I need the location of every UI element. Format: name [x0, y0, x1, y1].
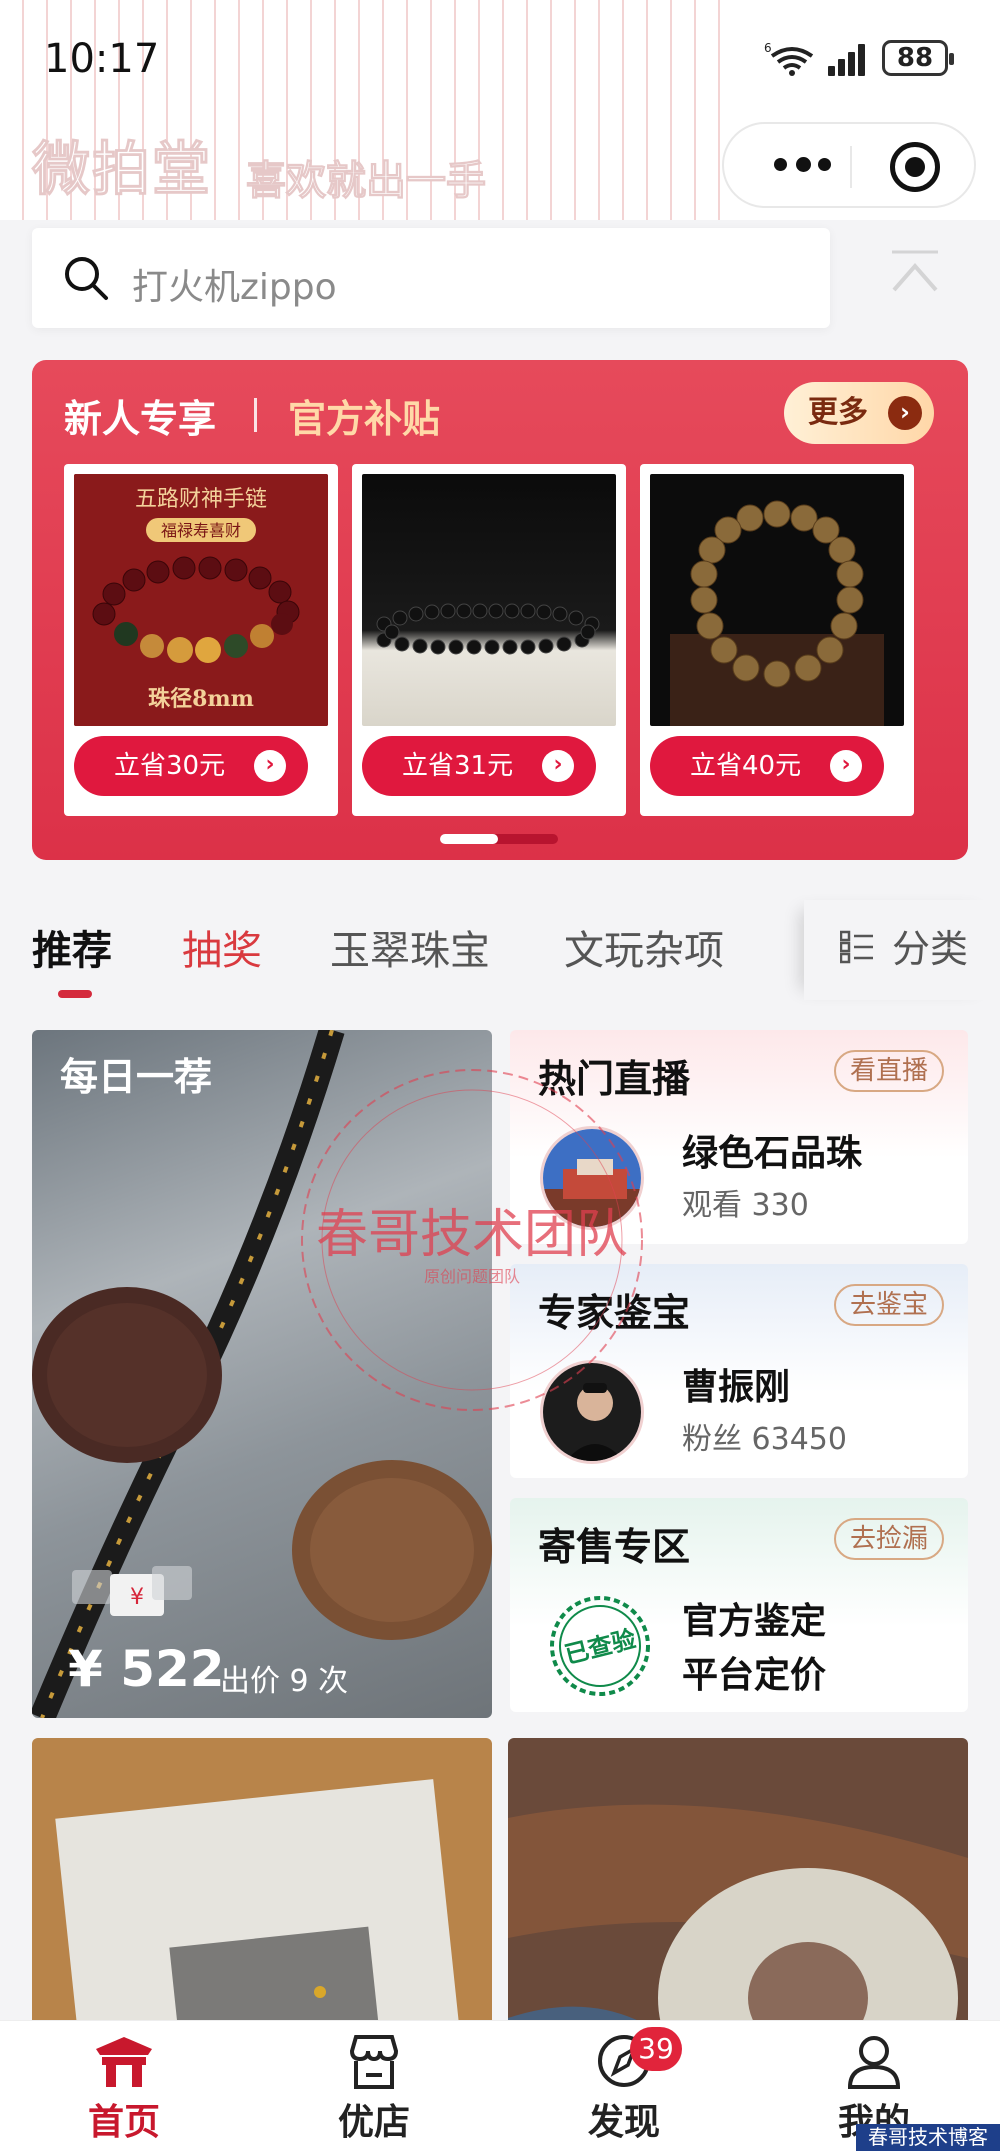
scroll-top-icon[interactable]: [880, 244, 950, 314]
daily-pick-bids: 出价 9 次: [220, 1664, 349, 1699]
battery-indicator: 88: [882, 40, 954, 76]
discover-badge: 39: [630, 2027, 682, 2071]
expert-followers: 粉丝 63450: [682, 1422, 847, 1457]
expert-appraisal-card[interactable]: 专家鉴宝 去鉴宝 曹振刚 粉丝 63450: [510, 1264, 968, 1478]
consign-heading: 寄售专区: [538, 1525, 691, 1569]
tab-lottery[interactable]: 抽奖: [182, 918, 262, 976]
chevron-right-icon: ›: [830, 750, 862, 782]
promo-card[interactable]: 立省31元 ›: [352, 464, 626, 816]
chevron-right-icon: ›: [254, 750, 286, 782]
save-button[interactable]: 立省31元 ›: [362, 736, 596, 796]
consign-line-appraisal: 官方鉴定: [682, 1601, 827, 1642]
promo-more-button[interactable]: 更多 ›: [784, 382, 934, 444]
user-icon: [847, 2036, 901, 2089]
save-label: 立省40元: [690, 751, 802, 781]
bottom-tab-bar: 首页 优店 39 发现 我的: [0, 2020, 1000, 2151]
bargain-button[interactable]: 去捡漏: [833, 1518, 944, 1560]
promo-title-newcomer: 新人专享: [64, 397, 217, 441]
expert-name: 曹振刚: [682, 1367, 791, 1408]
miniprogram-capsule: [722, 122, 976, 208]
verified-stamp-icon: 已查验: [550, 1596, 650, 1696]
svg-text:6: 6: [764, 41, 772, 55]
app-logo: 微拍堂: [31, 135, 213, 204]
daily-pick-title: 每日一荐: [60, 1055, 213, 1099]
chevron-right-icon: ›: [542, 750, 574, 782]
save-label: 立省31元: [402, 751, 514, 781]
search-icon: [65, 257, 108, 300]
tab-jade-jewelry[interactable]: 玉翠珠宝: [330, 918, 490, 976]
daily-pick-card[interactable]: ¥ 每日一荐 ¥ 522 出价 9 次: [32, 1030, 492, 1718]
page: 10:17 6 88 微拍堂 喜欢就出一手 打火机zippo 新人专享 官方补贴…: [0, 0, 1000, 2151]
corner-watermark: 春哥技术博客: [856, 2124, 1000, 2151]
category-tabs: 推荐 抽奖 玉翠珠宝 文玩杂项 分类: [0, 900, 1000, 1010]
product-image-bracelet-red: 五路财神手链 福禄寿喜财 珠径8mm: [74, 474, 328, 726]
tab-discover-label: 发现: [587, 2102, 660, 2143]
status-time: 10:17: [44, 36, 160, 82]
live-viewers: 观看 330: [682, 1188, 809, 1223]
active-tab-indicator: [58, 990, 92, 998]
newcomer-promo-banner: 新人专享 官方补贴 更多 › 五路财神手链 福禄寿喜财 珠径8mm 立省30元 …: [32, 360, 968, 860]
daily-pick-price: ¥ 522: [68, 1640, 225, 1698]
hot-live-card[interactable]: 热门直播 看直播 绿色石品珠 观看 330: [510, 1030, 968, 1244]
grid-list-icon: [840, 930, 873, 964]
signal-icon: [828, 40, 870, 76]
tab-collectibles[interactable]: 文玩杂项: [564, 918, 724, 976]
watch-live-button[interactable]: 看直播: [833, 1050, 944, 1092]
hot-live-heading: 热门直播: [538, 1057, 691, 1101]
save-button[interactable]: 立省30元 ›: [74, 736, 308, 796]
tab-shop[interactable]: 优店: [294, 2031, 454, 2151]
chevron-right-icon: ›: [888, 396, 922, 430]
svg-text:五路财神手链: 五路财神手链: [135, 487, 267, 512]
search-placeholder: 打火机zippo: [132, 267, 337, 308]
promo-more-label: 更多: [808, 395, 868, 430]
daily-pick-image: ¥: [32, 1030, 492, 1718]
close-target-icon[interactable]: [890, 142, 940, 192]
promo-card[interactable]: 五路财神手链 福禄寿喜财 珠径8mm 立省30元 ›: [64, 464, 338, 816]
go-appraise-button[interactable]: 去鉴宝: [833, 1284, 944, 1326]
category-label: 分类: [892, 927, 969, 971]
tab-home-label: 首页: [87, 2102, 160, 2143]
promo-title-subsidy: 官方补贴: [288, 397, 441, 441]
svg-text:珠径8mm: 珠径8mm: [148, 686, 254, 712]
svg-text:福禄寿喜财: 福禄寿喜财: [161, 521, 241, 540]
carousel-indicator: [440, 834, 558, 844]
save-label: 立省30元: [114, 751, 226, 781]
wifi-icon: 6: [764, 41, 814, 76]
search-bar[interactable]: 打火机zippo: [32, 228, 830, 328]
more-dots-icon[interactable]: [774, 156, 834, 176]
category-button[interactable]: 分类: [804, 900, 1000, 1000]
promo-card[interactable]: 立省40元 ›: [640, 464, 914, 816]
product-image-bracelet-wood: [650, 474, 904, 726]
tab-shop-label: 优店: [337, 2102, 410, 2143]
shop-icon: [349, 2035, 399, 2089]
tab-discover[interactable]: 39 发现: [544, 2027, 704, 2151]
tab-recommend[interactable]: 推荐: [32, 918, 112, 976]
consign-line-pricing: 平台定价: [682, 1655, 827, 1696]
status-bar: 10:17 6 88: [0, 0, 1000, 120]
live-title: 绿色石品珠: [682, 1133, 863, 1174]
tab-home[interactable]: 首页: [44, 2031, 204, 2151]
save-button[interactable]: 立省40元 ›: [650, 736, 884, 796]
svg-text:¥: ¥: [130, 1585, 144, 1610]
home-pavilion-icon: [96, 2037, 152, 2087]
expert-heading: 专家鉴宝: [538, 1291, 691, 1335]
expert-avatar: [540, 1360, 644, 1464]
consignment-card[interactable]: 寄售专区 去捡漏 已查验 官方鉴定 平台定价: [510, 1498, 968, 1712]
app-slogan: 喜欢就出一手: [246, 158, 487, 205]
product-image-bracelet-black: [362, 474, 616, 726]
live-avatar: [540, 1126, 644, 1230]
